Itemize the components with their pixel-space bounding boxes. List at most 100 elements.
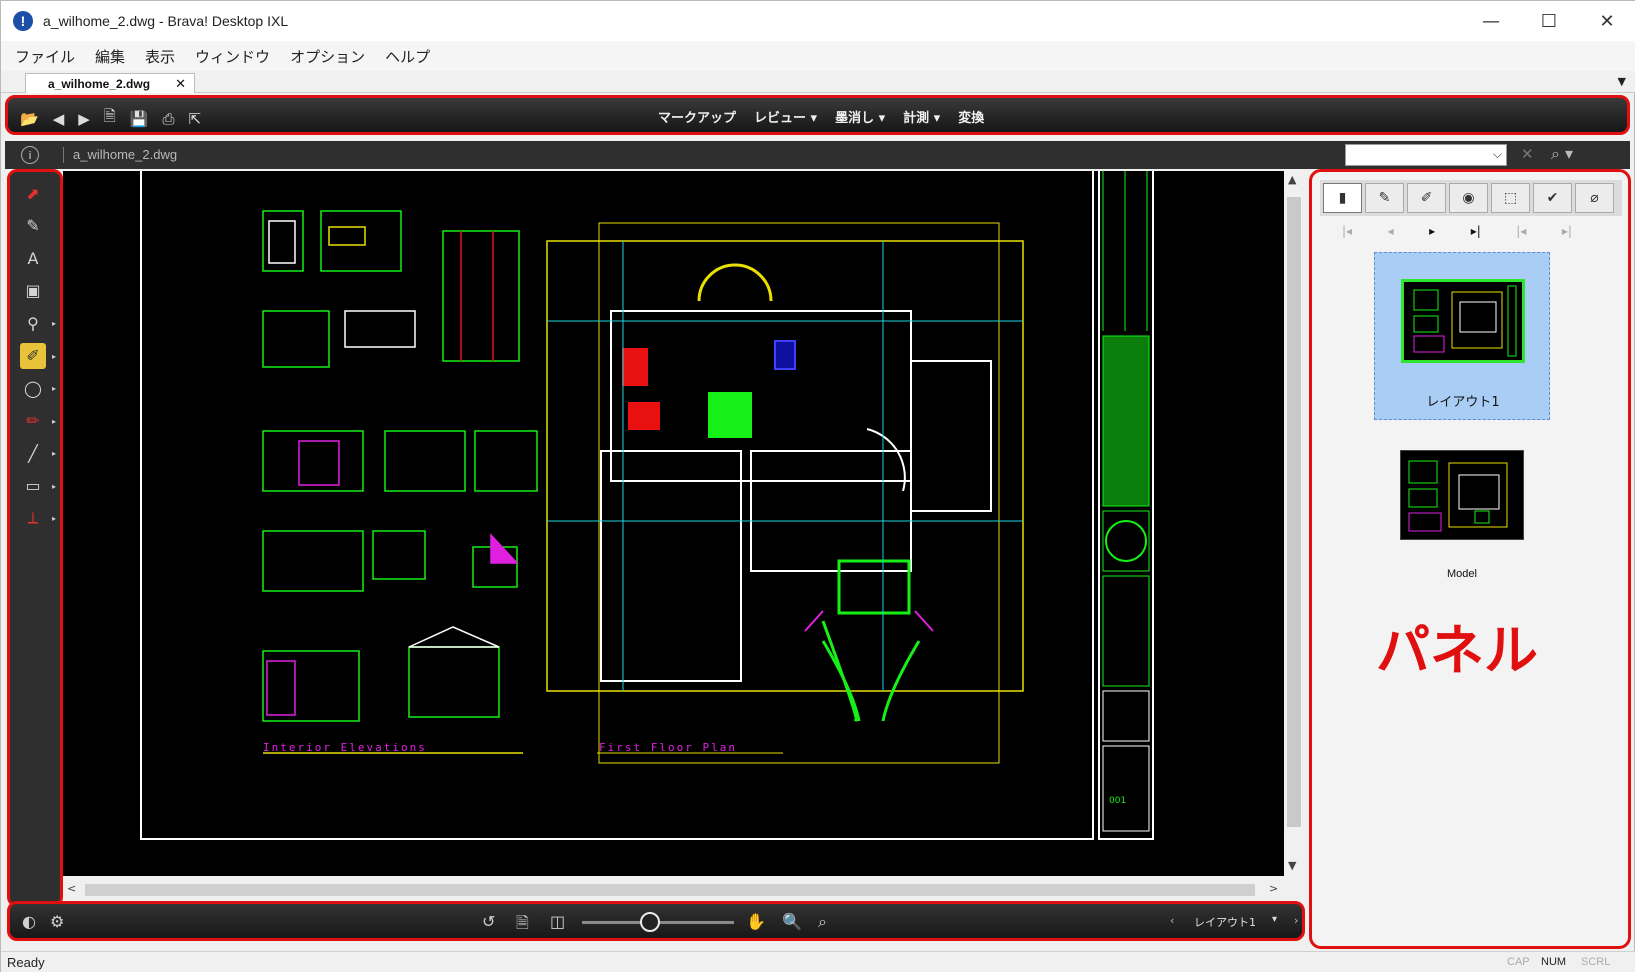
tab-overflow-icon[interactable]: ▼ <box>1618 75 1626 88</box>
document-tab[interactable]: a_wilhome_2.dwg ✕ <box>25 73 195 93</box>
zoom-window-icon[interactable]: 🔍 <box>782 912 802 931</box>
markup-pointer-icon[interactable]: ⬈ <box>20 180 46 206</box>
highlighter-icon[interactable]: ✐ <box>20 342 46 369</box>
maximize-button[interactable]: ☐ <box>1520 1 1578 41</box>
side-panel: ▮ ✎ ✐ ◉ ⬚ ✔ ⌀ |◂ ◂ ▸ ▸| |◂ ▸| レイアウト1 Mod… <box>1309 169 1631 949</box>
zoom-icon[interactable]: ⌕ <box>818 912 827 932</box>
menu-help[interactable]: ヘルプ <box>385 46 430 67</box>
panel-tab-review[interactable]: ✔ <box>1533 183 1572 213</box>
app-window: ! a_wilhome_2.dwg - Brava! Desktop IXL —… <box>0 0 1635 972</box>
menu-markup[interactable]: マークアップ <box>658 107 736 126</box>
tool-flyout-icon[interactable]: ▸ <box>52 352 56 361</box>
close-tab-icon[interactable]: ✕ <box>175 76 186 92</box>
minimize-button[interactable]: — <box>1462 1 1520 41</box>
tool-flyout-icon[interactable]: ▸ <box>52 384 56 393</box>
horizontal-scroll-thumb[interactable] <box>85 884 1255 896</box>
panel-annotation-label: パネル <box>1376 619 1538 682</box>
status-bar: Ready CAP NUM SCRL <box>1 951 1635 972</box>
menu-redaction[interactable]: 墨消し ▾ <box>835 107 885 126</box>
new-document-icon[interactable]: 🗎 <box>104 106 116 131</box>
info-icon[interactable]: i <box>21 146 39 164</box>
layout-dropdown-icon[interactable]: ▾ <box>1272 914 1277 925</box>
thumbnail-model-label: Model <box>1447 568 1477 580</box>
close-button[interactable]: ✕ <box>1578 1 1635 41</box>
last-markup-icon[interactable]: ▸| <box>1562 224 1572 238</box>
main-toolbar: 📂 ◀ ▶ 🗎 💾 ⎙ ⇱ マークアップ レビュー ▾ 墨消し ▾ 計測 ▾ 変… <box>5 95 1630 135</box>
panel-tab-stamps[interactable]: ⬚ <box>1491 183 1530 213</box>
previous-page-icon[interactable]: ◂ <box>1388 224 1394 238</box>
zoom-slider-handle[interactable] <box>640 912 661 932</box>
scroll-right-icon[interactable]: > <box>1269 882 1278 895</box>
next-layout-icon[interactable]: › <box>1294 914 1298 927</box>
ellipse-icon[interactable]: ◯ <box>20 375 46 401</box>
scroll-up-icon[interactable]: ▲ <box>1288 173 1296 186</box>
toolbar-center-menu: マークアップ レビュー ▾ 墨消し ▾ 計測 ▾ 変換 <box>658 107 984 126</box>
dimension-icon[interactable]: ⟂ <box>20 505 46 531</box>
brightness-icon[interactable]: ◐ <box>22 912 36 931</box>
chevron-down-icon[interactable]: ⌵ <box>1493 147 1502 162</box>
fit-page-icon[interactable]: 🗎 <box>516 912 529 939</box>
text-icon[interactable]: A <box>20 245 46 271</box>
navigation-toolbar: ◐ ⚙ ↺ 🗎 ◫ ✋ 🔍 ⌕ ‹ レイアウト1 ▾ › <box>7 901 1305 941</box>
fit-width-icon[interactable]: ◫ <box>550 912 565 931</box>
search-input[interactable]: ⌵ <box>1345 144 1507 166</box>
page-navigation: |◂ ◂ ▸ ▸| |◂ ▸| <box>1342 224 1572 238</box>
settings-icon[interactable]: ⚙ <box>50 912 64 931</box>
menu-file[interactable]: ファイル <box>15 46 75 67</box>
menu-view[interactable]: 表示 <box>145 46 175 67</box>
scroll-lock-indicator: SCRL <box>1581 956 1611 968</box>
menu-convert[interactable]: 変換 <box>958 107 984 126</box>
divider <box>63 147 64 163</box>
vertical-scroll-thumb[interactable] <box>1287 197 1301 827</box>
save-icon[interactable]: 💾 <box>130 110 149 128</box>
menu-edit[interactable]: 編集 <box>95 46 125 67</box>
scroll-left-icon[interactable]: < <box>67 882 76 895</box>
drawing-viewport[interactable]: 001 Interior Elevations First Floor Plan <box>63 171 1284 876</box>
vertical-scrollbar[interactable]: ▲ ▼ <box>1284 171 1304 876</box>
tool-flyout-icon[interactable]: ▸ <box>52 449 56 458</box>
line-icon[interactable]: ╱ <box>20 440 46 466</box>
first-floor-plan <box>546 222 1024 764</box>
first-page-icon[interactable]: |◂ <box>1342 224 1352 238</box>
menu-review[interactable]: レビュー ▾ <box>754 107 817 126</box>
layout-select[interactable]: レイアウト1 <box>1194 914 1256 930</box>
freehand-icon[interactable]: ✏ <box>20 408 46 434</box>
last-page-icon[interactable]: ▸| <box>1471 224 1481 238</box>
tool-flyout-icon[interactable]: ▸ <box>52 514 56 523</box>
next-page-icon[interactable]: ▸ <box>1429 224 1435 238</box>
pan-hand-icon[interactable]: ✋ <box>746 912 766 931</box>
horizontal-scrollbar[interactable]: < > <box>63 881 1284 899</box>
clear-search-icon[interactable]: ✕ <box>1521 145 1534 163</box>
print-icon[interactable]: ⎙ <box>163 110 175 128</box>
thumbnail-model[interactable] <box>1400 450 1524 540</box>
panel-tab-thumbnails[interactable]: ▮ <box>1323 183 1362 213</box>
pen-icon[interactable]: ✎ <box>20 213 46 239</box>
image-stamp-icon[interactable]: ▣ <box>20 278 46 304</box>
find-icon[interactable]: ⌕ ▾ <box>1551 144 1573 164</box>
menu-options[interactable]: オプション <box>290 46 365 67</box>
tool-flyout-icon[interactable]: ▸ <box>52 417 56 426</box>
thumbnail-layout1-label: レイアウト1 <box>1426 395 1500 410</box>
pushpin-icon[interactable]: ⚲ <box>20 310 46 336</box>
panel-tab-markups[interactable]: ✎ <box>1365 183 1404 213</box>
thumbnail-layout1[interactable]: レイアウト1 <box>1374 252 1550 420</box>
back-icon[interactable]: ◀ <box>53 110 65 128</box>
panel-tab-tags[interactable]: ⌀ <box>1575 183 1614 213</box>
window-title: a_wilhome_2.dwg - Brava! Desktop IXL <box>43 13 289 29</box>
forward-icon[interactable]: ▶ <box>78 110 90 128</box>
menu-window[interactable]: ウィンドウ <box>195 46 270 67</box>
first-floor-plan-label: First Floor Plan <box>599 741 737 754</box>
interior-elevations <box>262 210 538 754</box>
first-markup-icon[interactable]: |◂ <box>1516 224 1526 238</box>
tool-flyout-icon[interactable]: ▸ <box>52 482 56 491</box>
previous-layout-icon[interactable]: ‹ <box>1170 914 1174 927</box>
panel-tab-snapshots[interactable]: ◉ <box>1449 183 1488 213</box>
scroll-down-icon[interactable]: ▼ <box>1288 859 1296 872</box>
rectangle-icon[interactable]: ▭ <box>20 473 46 499</box>
folder-open-icon[interactable]: 📂 <box>20 110 39 128</box>
menu-measure[interactable]: 計測 ▾ <box>903 107 940 126</box>
panel-tab-notes[interactable]: ✐ <box>1407 183 1446 213</box>
tool-flyout-icon[interactable]: ▸ <box>52 319 56 328</box>
select-cursor-icon[interactable]: ⇱ <box>189 110 202 128</box>
rotate-icon[interactable]: ↺ <box>482 912 495 931</box>
